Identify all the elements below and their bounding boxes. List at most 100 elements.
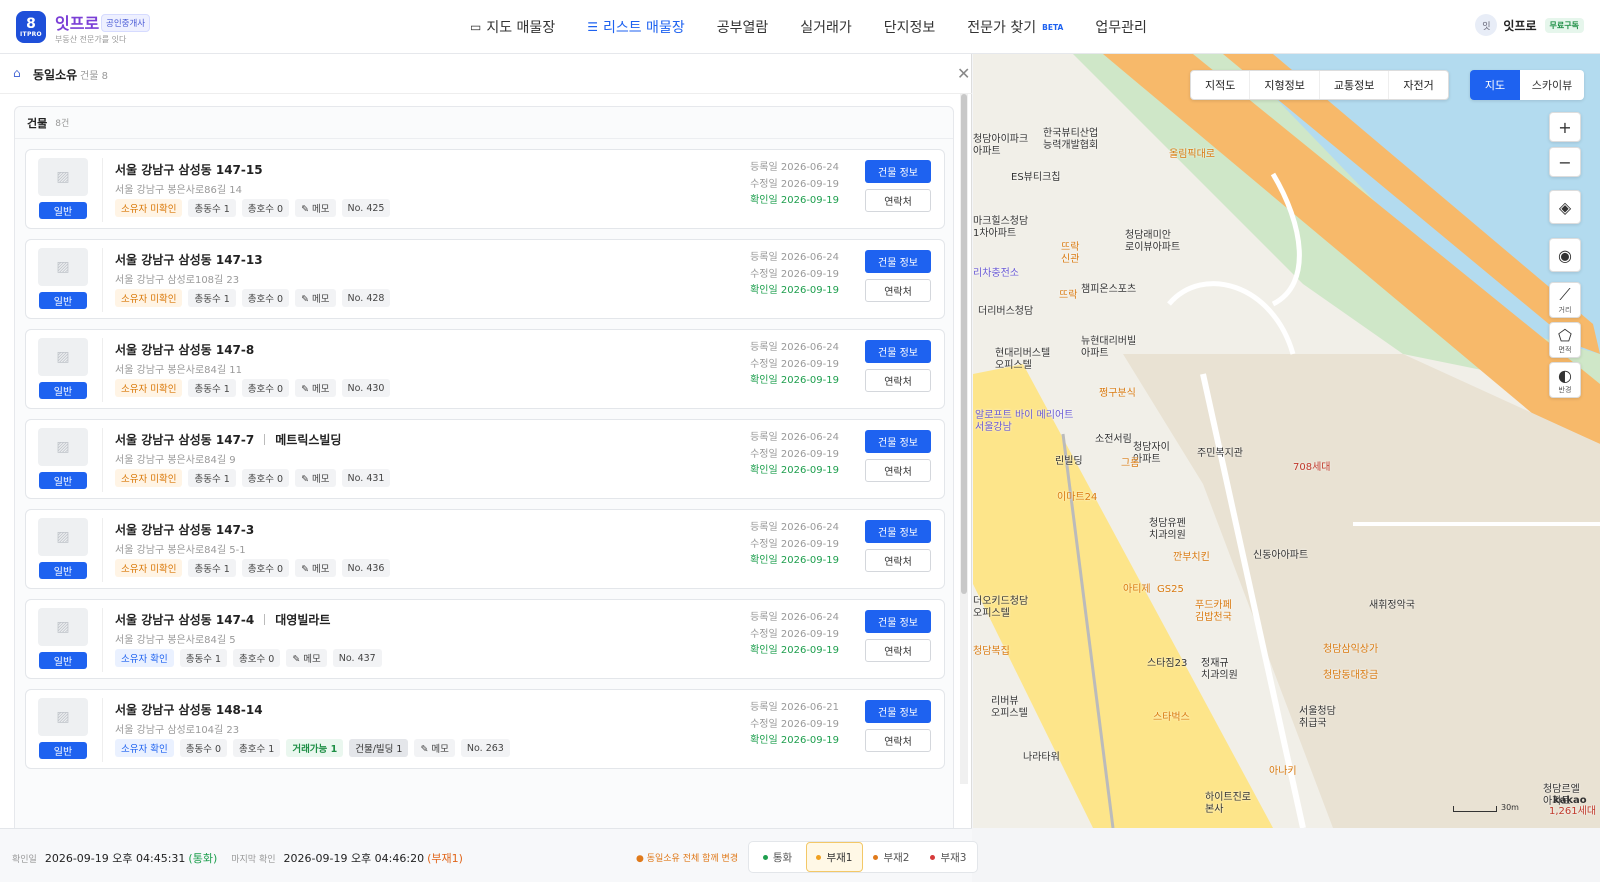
card-address[interactable]: 서울 강남구 삼성동 147-7 메트릭스빌딩 (115, 431, 341, 448)
nav-map-listing[interactable]: ▭ 지도 매물장 (470, 17, 555, 37)
close-icon[interactable]: ✕ (957, 64, 970, 83)
map-poi-label[interactable]: 깐부치킨 (1173, 552, 1210, 564)
map-poi-label[interactable]: 스타벅스 (1153, 712, 1190, 724)
card-address[interactable]: 서울 강남구 삼성동 147-15 (115, 161, 263, 178)
nav-complex-info[interactable]: 단지정보 (884, 17, 936, 37)
map-poi-label[interactable]: 한국뷰티산업 능력개발협회 (1043, 128, 1098, 152)
scrollbar-thumb[interactable] (961, 94, 967, 594)
map-poi-label[interactable]: 아티제 (1123, 584, 1151, 596)
map-poi-label[interactable]: 새휘정악국 (1369, 600, 1415, 612)
tab-skyview[interactable]: 스카이뷰 (1520, 70, 1584, 100)
locate-icon[interactable]: ◈ (1549, 190, 1581, 224)
map-canvas[interactable] (973, 54, 1600, 828)
memo-tag[interactable]: ✎ 메모 (286, 649, 327, 667)
map-poi-label[interactable]: 청담아이파크 아파트 (973, 134, 1028, 158)
card-address[interactable]: 서울 강남구 삼성동 148-14 (115, 701, 263, 718)
memo-tag[interactable]: ✎ 메모 (414, 739, 455, 757)
building-card[interactable]: ▨ 일반 서울 강남구 삼성동 147-3 서울 강남구 봉은사로84길 5-1… (25, 509, 945, 589)
building-card[interactable]: ▨ 일반 서울 강남구 삼성동 147-13 서울 강남구 삼성로108길 23… (25, 239, 945, 319)
map-poi-label[interactable]: 1,261세대 (1549, 806, 1596, 818)
map-poi-label[interactable]: 나라타워 (1023, 752, 1060, 764)
zoom-out-icon[interactable]: − (1549, 147, 1581, 177)
map-poi-label[interactable]: 정재규 치과의원 (1201, 658, 1238, 682)
map-poi-label[interactable]: 그롬 (1121, 458, 1139, 470)
map-poi-label[interactable]: 주민복지관 (1197, 448, 1243, 460)
map-poi-label[interactable]: GS25 (1157, 584, 1184, 596)
card-address[interactable]: 서울 강남구 삼성동 147-13 (115, 251, 263, 268)
map-poi-label[interactable]: 현대리버스텔 오피스텔 (995, 348, 1050, 372)
contact-button[interactable]: 연락처 (865, 639, 931, 662)
card-address[interactable]: 서울 강남구 삼성동 147-3 (115, 521, 254, 538)
map-poi-label[interactable]: 신동아아파트 (1253, 550, 1308, 562)
map-poi-label[interactable]: 리차충전소 (973, 268, 1019, 280)
contact-button[interactable]: 연락처 (865, 189, 931, 212)
pin-icon[interactable]: ◉ (1549, 238, 1581, 272)
map-view[interactable]: 지적도 지형정보 교통정보 자전거 지도 스카이뷰 + − ◈ ◉ ⟋ 거리 ⬠ 면적 ◐ 반경 … (973, 54, 1600, 828)
status-option[interactable]: 부재2 (863, 842, 920, 872)
map-poi-label[interactable]: ES뷰티크칩 (1011, 172, 1060, 184)
card-address[interactable]: 서울 강남구 삼성동 147-4 대영빌라트 (115, 611, 330, 628)
building-card[interactable]: ▨ 일반 서울 강남구 삼성동 147-15 서울 강남구 봉은사로86길 14… (25, 149, 945, 229)
status-option[interactable]: 통화 (749, 842, 806, 872)
building-info-button[interactable]: 건물 정보 (865, 610, 931, 633)
map-poi-label[interactable]: 뉴현대리버빌 아파트 (1081, 336, 1136, 360)
building-info-button[interactable]: 건물 정보 (865, 340, 931, 363)
building-card[interactable]: ▨ 일반 서울 강남구 삼성동 147-4 대영빌라트 서울 강남구 봉은사로84… (25, 599, 945, 679)
nav-real-transaction[interactable]: 실거래가 (800, 17, 852, 37)
building-info-button[interactable]: 건물 정보 (865, 160, 931, 183)
map-poi-label[interactable]: 하이트진로 본사 (1205, 792, 1251, 816)
tab-terrain[interactable]: 지형정보 (1250, 71, 1320, 99)
scrollbar[interactable] (960, 94, 968, 784)
building-info-button[interactable]: 건물 정보 (865, 700, 931, 723)
memo-tag[interactable]: ✎ 메모 (295, 469, 336, 487)
tab-bicycle[interactable]: 자전거 (1389, 71, 1447, 99)
change-all-link[interactable]: ● 동일소유 전체 함께 변경 (636, 851, 738, 864)
map-poi-label[interactable]: 청담삼익상가 (1323, 644, 1378, 656)
card-address[interactable]: 서울 강남구 삼성동 147-8 (115, 341, 254, 358)
nav-list-listing[interactable]: ☰ 리스트 매물장 (587, 17, 685, 37)
contact-button[interactable]: 연락처 (865, 369, 931, 392)
memo-tag[interactable]: ✎ 메모 (295, 379, 336, 397)
map-poi-label[interactable]: 이마트24 (1057, 492, 1097, 504)
zoom-in-icon[interactable]: + (1549, 112, 1581, 142)
map-poi-label[interactable]: 린빌딩 (1055, 456, 1083, 468)
contact-button[interactable]: 연락처 (865, 459, 931, 482)
map-poi-label[interactable]: 더오키드청담 오피스텔 (973, 596, 1028, 620)
map-poi-label[interactable]: 알로프트 바이 메리어트 서울강남 (975, 410, 1073, 434)
tab-map-view[interactable]: 지도 (1470, 70, 1520, 100)
map-poi-label[interactable]: 올림픽대로 (1169, 149, 1215, 161)
map-poi-label[interactable]: 마크힐스청담 1차아파트 (973, 216, 1028, 240)
map-poi-label[interactable]: 챔피온스포츠 (1081, 284, 1136, 296)
area-icon[interactable]: ⬠ 면적 (1549, 322, 1581, 358)
building-info-button[interactable]: 건물 정보 (865, 520, 931, 543)
memo-tag[interactable]: ✎ 메모 (295, 199, 336, 217)
tab-cadastral[interactable]: 지적도 (1191, 71, 1251, 99)
memo-tag[interactable]: ✎ 메모 (295, 559, 336, 577)
map-poi-label[interactable]: 쩡구분식 (1099, 388, 1136, 400)
contact-button[interactable]: 연락처 (865, 729, 931, 752)
contact-button[interactable]: 연락처 (865, 279, 931, 302)
map-poi-label[interactable]: 청담동대장금 (1323, 670, 1378, 682)
map-poi-label[interactable]: 푸드카페 김밥천국 (1195, 600, 1232, 624)
itpro-logo-icon[interactable]: 8 ITPRO (16, 11, 46, 43)
brand-name[interactable]: 잇프로 (55, 10, 99, 34)
map-poi-label[interactable]: 청담복집 (973, 646, 1010, 658)
building-card[interactable]: ▨ 일반 서울 강남구 삼성동 148-14 서울 강남구 삼성로104길 23… (25, 689, 945, 769)
building-info-button[interactable]: 건물 정보 (865, 250, 931, 273)
map-poi-label[interactable]: 708세대 (1293, 462, 1331, 474)
nav-work-management[interactable]: 업무관리 (1095, 17, 1147, 37)
building-card[interactable]: ▨ 일반 서울 강남구 삼성동 147-8 서울 강남구 봉은사로84길 11 … (25, 329, 945, 409)
map-poi-label[interactable]: 뜨락 신관 (1061, 242, 1079, 266)
memo-tag[interactable]: ✎ 메모 (295, 289, 336, 307)
map-poi-label[interactable]: 청담래미안 로이뷰아파트 (1125, 230, 1180, 254)
map-poi-label[interactable]: 더리버스청담 (978, 306, 1033, 318)
building-card[interactable]: ▨ 일반 서울 강남구 삼성동 147-7 메트릭스빌딩 서울 강남구 봉은사로8… (25, 419, 945, 499)
map-poi-label[interactable]: 서울청담 취급국 (1299, 706, 1336, 730)
map-poi-label[interactable]: 스타짐23 (1147, 658, 1187, 670)
map-poi-label[interactable]: 아나키 (1269, 766, 1297, 778)
radius-icon[interactable]: ◐ 반경 (1549, 362, 1581, 398)
nav-public-records[interactable]: 공부열람 (717, 17, 769, 37)
map-poi-label[interactable]: 뜨락 (1059, 290, 1077, 302)
map-poi-label[interactable]: 리버뷰 오피스텔 (991, 696, 1028, 720)
tab-traffic[interactable]: 교통정보 (1320, 71, 1390, 99)
